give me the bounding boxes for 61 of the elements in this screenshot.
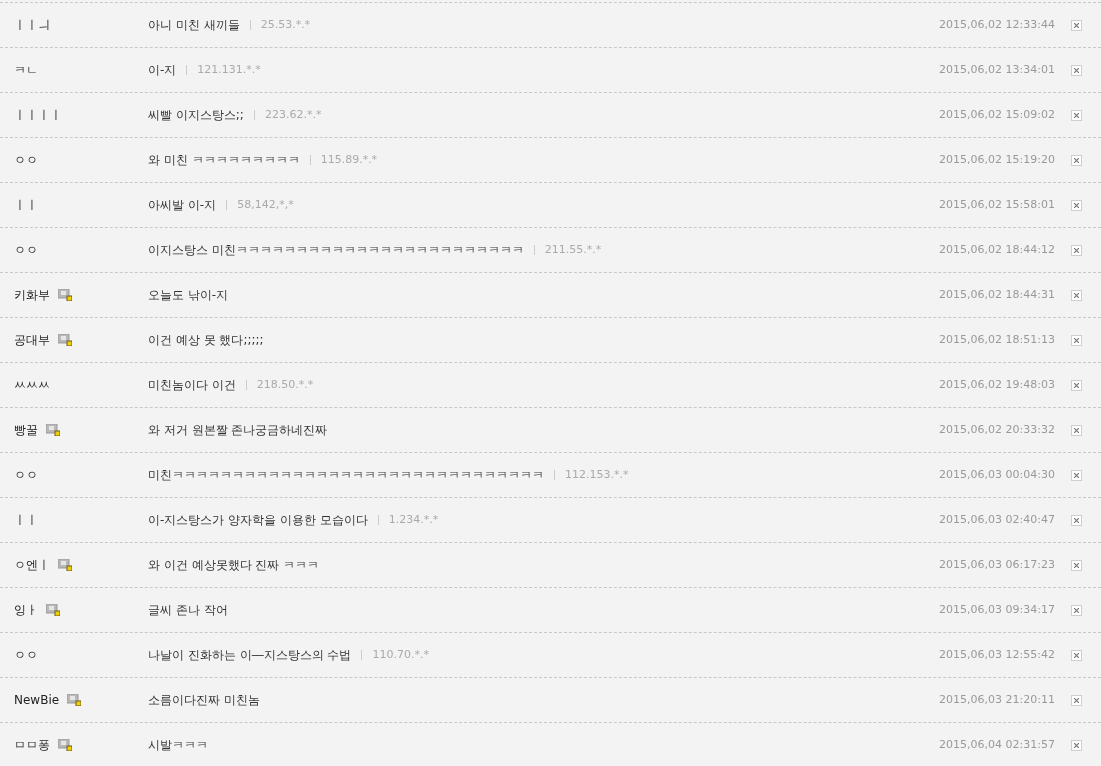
- user-name[interactable]: ㅇㅇ: [14, 466, 38, 484]
- ip-address: 218.50.*.*: [256, 376, 314, 393]
- ip-address: 115.89.*.*: [320, 151, 378, 168]
- ip-address: 110.70.*.*: [372, 646, 429, 663]
- user-name[interactable]: 잉ㅏ: [14, 601, 38, 619]
- comment-text: 글씨 존나 작어: [148, 602, 228, 619]
- user-name[interactable]: ㅇㅇ: [14, 151, 38, 169]
- comment-date: 2015,06,03 02:40:47: [939, 511, 1056, 528]
- comment-text: 오늘도 낚이-지: [148, 287, 229, 304]
- comment-text: 와 미친 ㅋㅋㅋㅋㅋㅋㅋㅋㅋ: [148, 152, 300, 169]
- comment-text: 미친ㅋㅋㅋㅋㅋㅋㅋㅋㅋㅋㅋㅋㅋㅋㅋㅋㅋㅋㅋㅋㅋㅋㅋㅋㅋㅋㅋㅋㅋㅋㅋ: [148, 467, 544, 484]
- comment-date: 2015,06,02 15:19:20: [939, 151, 1056, 168]
- comment-date: 2015,06,02 18:44:12: [939, 241, 1056, 258]
- comment-date: 2015,06,02 20:33:32: [939, 421, 1056, 438]
- comment-date: 2015,06,02 12:33:44: [939, 16, 1056, 33]
- user-name[interactable]: ㅣㅣㅣㅣ: [14, 106, 62, 124]
- comment-date: 2015,06,02 18:44:31: [939, 286, 1056, 303]
- ip-address: 211.55.*.*: [544, 241, 602, 258]
- ip-address: 121.131.*.*: [197, 61, 261, 78]
- comment-date: 2015,06,03 00:04:30: [939, 466, 1056, 483]
- comment-date: 2015,06,02 15:09:02: [939, 106, 1056, 123]
- comment-text: 아니 미친 새끼들: [148, 17, 240, 34]
- comment-date: 2015,06,03 06:17:23: [939, 556, 1056, 573]
- comment-text: 이-지: [148, 62, 177, 79]
- user-name[interactable]: NewBie: [14, 691, 60, 709]
- comment-text: 와 이건 예상못했다 진짜 ㅋㅋㅋ: [148, 557, 320, 574]
- comment-text: 나날이 진화하는 이―지스탕스의 수법: [148, 647, 352, 664]
- comment-text: 와 저거 원본짤 존나궁금하네진짜: [148, 422, 328, 439]
- comment-text: 시발ㅋㅋㅋ: [148, 737, 208, 754]
- user-name[interactable]: 공대부: [14, 331, 50, 349]
- comment-text: 씨빨 이지스탕스;;: [148, 107, 244, 124]
- user-name[interactable]: ㅋㄴ: [14, 61, 38, 79]
- comment-date: 2015,06,02 18:51:13: [939, 331, 1056, 348]
- comment-date: 2015,06,03 21:20:11: [939, 691, 1056, 708]
- ip-address: 223.62.*.*: [264, 106, 322, 123]
- user-name[interactable]: ㅇ엔ㅣ: [14, 556, 50, 574]
- user-name[interactable]: ㅇㅇ: [14, 241, 38, 259]
- comment-date: 2015,06,02 19:48:03: [939, 376, 1056, 393]
- user-name[interactable]: ㅣㅣ: [14, 511, 38, 529]
- comment-date: 2015,06,04 02:31:57: [939, 736, 1056, 753]
- user-name[interactable]: ㅆㅆㅆ: [14, 376, 50, 394]
- ip-address: 112.153.*.*: [565, 466, 629, 483]
- user-name[interactable]: ㅣㅣ: [14, 196, 38, 214]
- comment-date: 2015,06,03 12:55:42: [939, 646, 1056, 663]
- user-name[interactable]: 빵꿀: [14, 421, 38, 439]
- comment-text: 이건 예상 못 했다;;;;;: [148, 332, 264, 349]
- ip-address: 58,142,*,*: [237, 196, 294, 213]
- ip-address: 25.53.*.*: [260, 16, 311, 33]
- comment-date: 2015,06,02 13:34:01: [939, 61, 1056, 78]
- comment-text: 이-지스탕스가 양자학을 이용한 모습이다: [148, 512, 368, 529]
- comment-text: 미친놈이다 이건: [148, 377, 236, 394]
- user-name[interactable]: ㅣㅣㅢ: [14, 16, 50, 34]
- user-name[interactable]: ㅇㅇ: [14, 646, 38, 664]
- comment-date: 2015,06,03 09:34:17: [939, 601, 1056, 618]
- comment-text: 이지스탕스 미친ㅋㅋㅋㅋㅋㅋㅋㅋㅋㅋㅋㅋㅋㅋㅋㅋㅋㅋㅋㅋㅋㅋㅋㅋ: [148, 242, 524, 259]
- comment-text: 아씨발 이-지: [148, 197, 217, 214]
- comment-text: 소름이다진짜 미친놈: [148, 692, 260, 709]
- comment-date: 2015,06,02 15:58:01: [939, 196, 1056, 213]
- user-name[interactable]: 키화부: [14, 286, 50, 304]
- user-name[interactable]: ㅁㅁ퐁: [14, 736, 50, 754]
- ip-address: 1.234.*.*: [388, 511, 439, 528]
